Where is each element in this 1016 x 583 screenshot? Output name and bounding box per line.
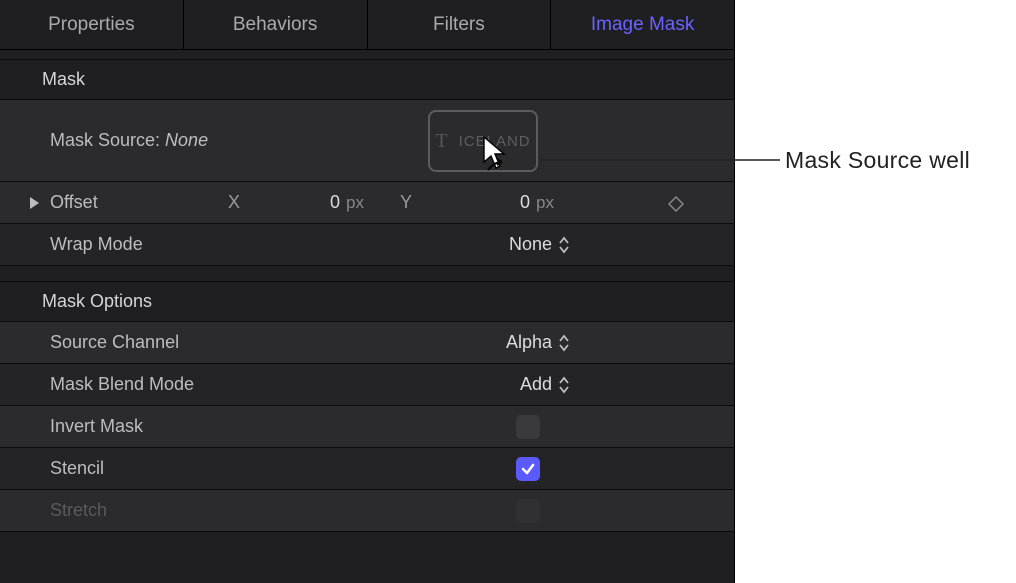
mask-source-row: Mask Source: None T ICELAND [0,100,734,182]
tab-behaviors[interactable]: Behaviors [184,0,368,49]
inspector-panel: Properties Behaviors Filters Image Mask … [0,0,735,583]
tab-image-mask[interactable]: Image Mask [551,0,734,49]
section-mask: Mask [0,60,734,100]
callout-leader-line [540,158,780,162]
row-mask-blend-mode: Mask Blend Mode Add [0,364,734,406]
text-layer-icon: T [435,130,448,153]
row-wrap-mode: Wrap Mode None [0,224,734,266]
source-channel-popup[interactable]: Alpha [506,332,570,353]
popup-arrows-icon [558,236,570,254]
stencil-label: Stencil [50,458,104,479]
offset-y-value[interactable]: 0px [520,192,554,213]
well-content-label: ICELAND [459,133,531,150]
row-stretch: Stretch [0,490,734,532]
disclosure-triangle-icon[interactable] [28,196,40,210]
stretch-checkbox [516,499,540,523]
source-channel-label: Source Channel [50,332,179,353]
offset-x-axis-label: X [228,192,240,213]
checkmark-icon [520,461,536,477]
offset-x-value[interactable]: 0px [330,192,364,213]
section-mask-options: Mask Options [0,282,734,322]
row-source-channel: Source Channel Alpha [0,322,734,364]
offset-y-axis-label: Y [400,192,412,213]
tab-filters[interactable]: Filters [368,0,552,49]
tab-properties[interactable]: Properties [0,0,184,49]
popup-arrows-icon [558,334,570,352]
callout-label: Mask Source well [785,147,970,174]
wrap-mode-label: Wrap Mode [50,234,143,255]
row-offset: Offset X 0px Y 0px [0,182,734,224]
mask-source-label: Mask Source: None [50,130,208,151]
tabs-bar: Properties Behaviors Filters Image Mask [0,0,734,50]
row-invert-mask: Invert Mask [0,406,734,448]
mask-blend-mode-popup[interactable]: Add [520,374,570,395]
invert-mask-label: Invert Mask [50,416,143,437]
popup-arrows-icon [558,376,570,394]
keyframe-icon[interactable] [668,196,684,212]
offset-label: Offset [50,192,98,213]
mask-source-well[interactable]: T ICELAND [428,110,538,172]
invert-mask-checkbox[interactable] [516,415,540,439]
wrap-mode-popup[interactable]: None [509,234,570,255]
mask-blend-mode-label: Mask Blend Mode [50,374,194,395]
callout-area: Mask Source well [735,0,1016,583]
stencil-checkbox[interactable] [516,457,540,481]
stretch-label: Stretch [50,500,107,521]
row-stencil: Stencil [0,448,734,490]
